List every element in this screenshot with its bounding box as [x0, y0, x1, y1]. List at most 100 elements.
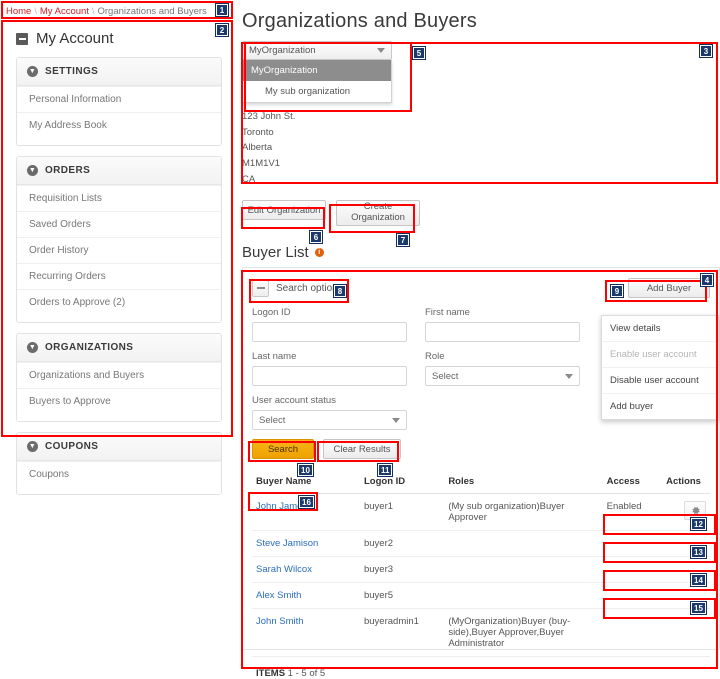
chevron-down-icon: ▼: [27, 342, 38, 353]
callout-14: 14: [691, 574, 706, 586]
last-name-input[interactable]: [252, 366, 407, 386]
sidebar-account-header[interactable]: My Account: [6, 22, 232, 57]
items-footer-range: 1 - 5 of 5: [288, 668, 326, 679]
chevron-down-icon: ▼: [27, 441, 38, 452]
cell-logon-id: buyer1: [360, 494, 444, 531]
first-name-input[interactable]: [425, 322, 580, 342]
sidebar-item-order-history[interactable]: Order History: [17, 237, 221, 263]
logon-id-field-group: Logon ID: [252, 307, 407, 342]
column-header-actions: Actions: [662, 470, 710, 494]
table-row: John James buyer1 (My sub organization)B…: [252, 494, 710, 531]
organization-address: 123 John St. Toronto Alberta M1M1V1 CA: [242, 109, 720, 187]
table-header-row: Buyer Name Logon ID Roles Access Actions: [252, 470, 710, 494]
user-account-status-value: Select: [259, 415, 285, 426]
chevron-down-icon: [392, 418, 400, 423]
buyer-name-link[interactable]: Alex Smith: [256, 590, 301, 601]
buyer-name-link[interactable]: Sarah Wilcox: [256, 564, 312, 575]
sidebar-group-settings: ▼ SETTINGS Personal Information My Addre…: [16, 57, 222, 146]
organization-select[interactable]: MyOrganization: [242, 41, 392, 60]
column-header-access[interactable]: Access: [603, 470, 662, 494]
cell-actions: [662, 609, 710, 657]
callout-4: 4: [701, 274, 713, 286]
sidebar-item-my-address-book[interactable]: My Address Book: [17, 112, 221, 138]
add-buyer-button[interactable]: Add Buyer: [628, 278, 710, 298]
buyer-name-link[interactable]: John Smith: [256, 616, 304, 627]
sidebar-item-requisition-lists[interactable]: Requisition Lists: [17, 185, 221, 211]
sidebar-group-coupons: ▼ COUPONS Coupons: [16, 432, 222, 495]
sidebar-group-organizations: ▼ ORGANIZATIONS Organizations and Buyers…: [16, 333, 222, 422]
callout-10: 10: [298, 464, 313, 476]
breadcrumb-link-home[interactable]: Home: [6, 6, 31, 17]
form-buttons: Search Clear Results: [252, 439, 710, 459]
buyer-list-title-text: Buyer List: [242, 244, 309, 261]
cell-logon-id: buyeradmin1: [360, 609, 444, 657]
sidebar-item-personal-information[interactable]: Personal Information: [17, 86, 221, 112]
minus-icon[interactable]: [252, 280, 269, 297]
cell-access: [603, 609, 662, 657]
sidebar-group-header-settings[interactable]: ▼ SETTINGS: [17, 58, 221, 86]
role-field-group: Role Select: [425, 351, 580, 386]
role-label: Role: [425, 351, 580, 362]
clear-results-button[interactable]: Clear Results: [323, 439, 401, 459]
breadcrumb-current: Organizations and Buyers: [97, 6, 206, 17]
sidebar-group-spacer: [17, 414, 221, 421]
sidebar-item-saved-orders[interactable]: Saved Orders: [17, 211, 221, 237]
cell-roles: (MyOrganization)Buyer (buy-side),Buyer A…: [444, 609, 602, 657]
menu-item-view-details[interactable]: View details: [602, 316, 718, 342]
sidebar-item-coupons[interactable]: Coupons: [17, 461, 221, 487]
sidebar-item-recurring-orders[interactable]: Recurring Orders: [17, 263, 221, 289]
sidebar-item-organizations-and-buyers[interactable]: Organizations and Buyers: [17, 362, 221, 388]
address-line-street: 123 John St.: [242, 109, 720, 125]
main-content: Organizations and Buyers MyOrganization …: [242, 0, 720, 672]
user-account-status-select[interactable]: Select: [252, 410, 407, 430]
edit-organization-button[interactable]: Edit Organization: [242, 200, 326, 220]
search-button[interactable]: Search: [252, 439, 314, 459]
sidebar-group-header-orders[interactable]: ▼ ORDERS: [17, 157, 221, 185]
buyer-name-link[interactable]: Steve Jamison: [256, 538, 318, 549]
sidebar: My Account ▼ SETTINGS Personal Informati…: [6, 22, 232, 434]
organization-buttons: Edit Organization Create Organization: [242, 200, 720, 226]
cell-roles: [444, 557, 602, 583]
sidebar-group-header-organizations[interactable]: ▼ ORGANIZATIONS: [17, 334, 221, 362]
callout-5: 5: [413, 47, 425, 59]
buyer-list-title: Buyer List i: [242, 244, 720, 261]
address-line-province: Alberta: [242, 140, 720, 156]
menu-item-disable-user-account[interactable]: Disable user account: [602, 368, 718, 394]
sidebar-item-buyers-to-approve[interactable]: Buyers to Approve: [17, 388, 221, 414]
sidebar-group-spacer: [17, 315, 221, 322]
last-name-field-group: Last name: [252, 351, 407, 386]
address-line-country: CA: [242, 172, 720, 188]
create-organization-button[interactable]: Create Organization: [336, 200, 420, 226]
items-footer: ITEMS 1 - 5 of 5: [252, 657, 710, 679]
sidebar-group-spacer: [17, 487, 221, 494]
cell-logon-id: buyer3: [360, 557, 444, 583]
sidebar-group-spacer: [17, 138, 221, 145]
logon-id-label: Logon ID: [252, 307, 407, 318]
callout-15: 15: [691, 602, 706, 614]
cell-access: [603, 557, 662, 583]
column-header-roles[interactable]: Roles: [444, 470, 602, 494]
menu-item-add-buyer[interactable]: Add buyer: [602, 394, 718, 419]
breadcrumb-link-my-account[interactable]: My Account: [40, 6, 89, 17]
organization-option-myorganization[interactable]: MyOrganization: [243, 60, 391, 81]
sidebar-item-orders-to-approve[interactable]: Orders to Approve (2): [17, 289, 221, 315]
callout-1: 1: [216, 4, 228, 16]
search-options-toggle[interactable]: Search options: [252, 280, 343, 297]
buyer-table-head: Buyer Name Logon ID Roles Access Actions: [252, 470, 710, 494]
sidebar-group-header-coupons[interactable]: ▼ COUPONS: [17, 433, 221, 461]
minus-icon: [16, 33, 28, 45]
organization-option-my-sub-organization[interactable]: My sub organization: [243, 81, 391, 102]
first-name-field-group: First name: [425, 307, 580, 342]
logon-id-input[interactable]: [252, 322, 407, 342]
role-select[interactable]: Select: [425, 366, 580, 386]
sidebar-group-label: ORGANIZATIONS: [45, 342, 133, 353]
cell-access: [603, 583, 662, 609]
info-icon[interactable]: i: [315, 248, 324, 257]
chevron-down-icon: [565, 374, 573, 379]
column-header-logon-id[interactable]: Logon ID: [360, 470, 444, 494]
callout-8: 8: [334, 285, 346, 297]
sidebar-title: My Account: [36, 30, 114, 47]
callout-7: 7: [397, 234, 409, 246]
actions-menu: View details Enable user account Disable…: [601, 315, 719, 420]
search-bar: Search options Add Buyer: [252, 278, 710, 298]
